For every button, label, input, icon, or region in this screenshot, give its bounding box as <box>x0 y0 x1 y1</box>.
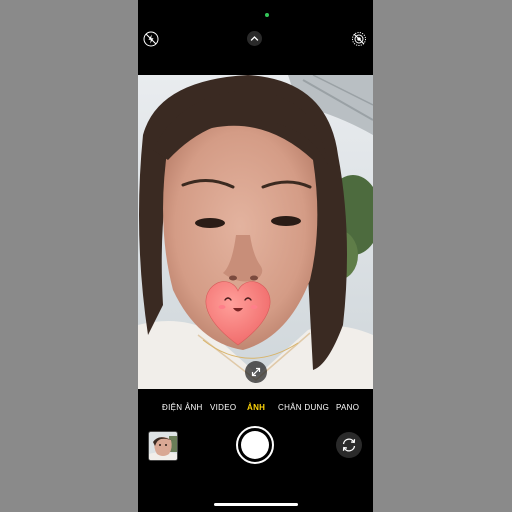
expand-arrows-icon[interactable] <box>245 361 267 383</box>
shutter-button[interactable] <box>236 426 274 464</box>
camera-app: ĐIỆN ẢNH VIDEO ẢNH CHÂN DUNG PANO <box>138 0 373 512</box>
chevron-up-icon[interactable] <box>247 31 262 46</box>
home-indicator[interactable] <box>214 503 298 506</box>
camera-flip-icon[interactable] <box>336 432 362 458</box>
flash-off-icon[interactable] <box>143 31 159 47</box>
camera-viewfinder[interactable] <box>138 75 373 389</box>
shutter-button-inner <box>241 431 269 459</box>
mode-video[interactable]: VIDEO <box>210 403 236 412</box>
camera-in-use-indicator <box>265 13 269 17</box>
last-photo-thumbnail[interactable] <box>148 431 178 461</box>
live-photo-icon[interactable] <box>351 31 367 47</box>
mode-photo[interactable]: ẢNH <box>247 403 265 412</box>
mode-portrait[interactable]: CHÂN DUNG <box>278 403 329 412</box>
camera-mode-selector: ĐIỆN ẢNH VIDEO ẢNH CHÂN DUNG PANO <box>138 400 373 416</box>
top-controls-bar <box>138 0 373 75</box>
bottom-controls-bar <box>138 420 373 480</box>
mode-cinematic[interactable]: ĐIỆN ẢNH <box>162 403 203 412</box>
mode-pano[interactable]: PANO <box>336 403 359 412</box>
